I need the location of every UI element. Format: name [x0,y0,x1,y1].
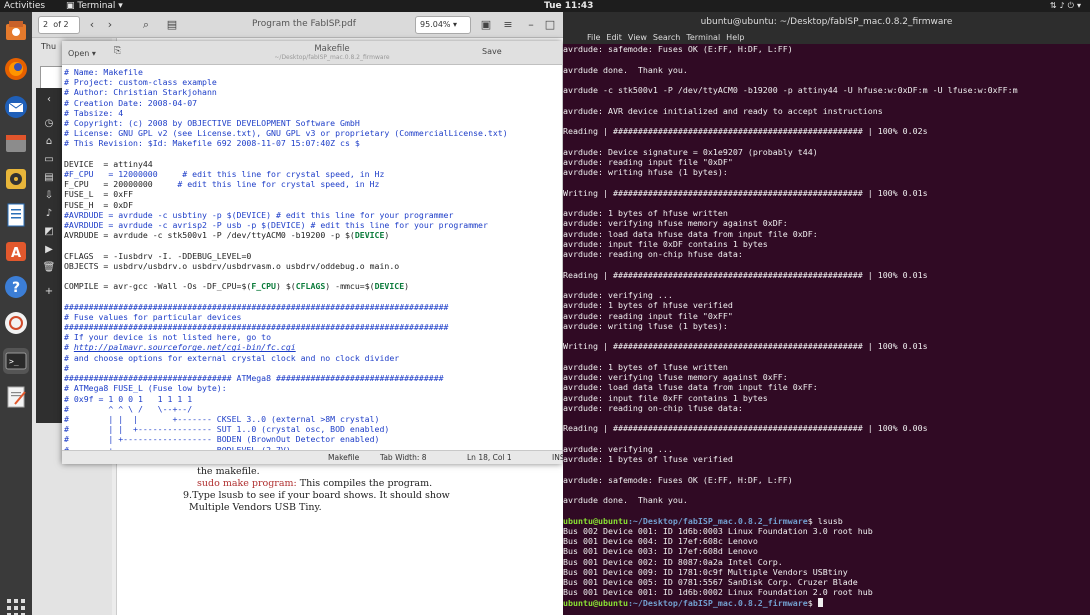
menu-terminal[interactable]: Terminal [686,33,720,42]
next-page-button[interactable]: › [102,17,118,33]
page-number-input[interactable]: 2 of 2 [38,16,80,34]
terminal-output[interactable]: avrdude: safemode: Fuses OK (E:FF, H:DF,… [563,44,1090,615]
zoom-value: 95.04% [420,20,451,29]
network-icon: ⇅ [1049,1,1060,10]
pdf-line: Multiple Vendors USB Tiny. [183,502,322,513]
recent-icon[interactable]: ◷ [41,116,57,132]
dock: A ? >_ [0,12,32,615]
menu-edit[interactable]: Edit [606,33,622,42]
system-settings-icon[interactable] [3,310,29,336]
pdf-line: sudo make program: This compiles the pro… [197,478,432,489]
save-button[interactable]: Save [482,47,502,56]
power-icon: ⏻ [1067,1,1077,10]
text-editor-icon[interactable] [3,384,29,410]
editor-header: Open ▾ ⎘ Makefile ~/Desktop/fabISP_mac.0… [62,41,562,65]
pdf-title: Program the FabISP.pdf [252,19,356,29]
terminal-title: ubuntu@ubuntu: ~/Desktop/fabISP_mac.0.8.… [563,12,1090,32]
open-button-label: Open [68,49,90,58]
cursor-position[interactable]: Ln 18, Col 1 [467,451,512,464]
prompt-path: :~/Desktop/fabISP_mac.0.8.2_firmware [627,515,808,526]
music-icon[interactable]: ♪ [41,206,57,222]
terminal-window: ubuntu@ubuntu: ~/Desktop/fabISP_mac.0.8.… [563,12,1090,615]
minimize-icon[interactable]: – [523,17,539,33]
app-menu[interactable]: ▣ Terminal ▾ [66,0,123,12]
pdf-command: sudo make program: [197,478,300,489]
add-location-icon[interactable]: + [41,284,57,300]
terminal-icon[interactable]: >_ [3,348,29,374]
terminal-cursor [817,597,823,607]
videos-icon[interactable]: ▶ [41,242,57,258]
desktop: Activities ▣ Terminal ▾ Tue 11:43 ⇅♪⏻▾ A… [0,0,1090,615]
terminal-menubar: File Edit View Search Terminal Help [563,32,1090,44]
desktop-icon[interactable]: ▭ [41,152,57,168]
sidebar-label: Thu [41,42,57,51]
pdf-line: 9.Type lsusb to see if your board shows.… [183,490,450,501]
app-menu-label: Terminal [77,1,116,11]
volume-icon: ♪ [1059,1,1068,10]
top-bar: Activities ▣ Terminal ▾ Tue 11:43 ⇅♪⏻▾ [0,0,1090,12]
firefox-icon[interactable] [3,56,29,82]
menu-view[interactable]: View [628,33,647,42]
menu-help[interactable]: Help [726,33,744,42]
activities-button[interactable]: Activities [4,0,45,12]
thunderbird-icon[interactable] [3,94,29,120]
open-button[interactable]: Open ▾ [68,46,108,61]
menu-search[interactable]: Search [653,33,680,42]
search-icon[interactable]: ⌕ [138,17,154,33]
svg-text:>_: >_ [9,357,19,366]
files-icon[interactable] [3,130,29,156]
software-updater-icon[interactable]: A [3,238,29,264]
page-number: 2 [43,20,49,29]
libreoffice-writer-icon[interactable] [3,202,29,228]
pdf-line-text: This compiles the program. [299,478,433,489]
menu-icon[interactable]: ≡ [500,17,516,33]
language-select[interactable]: Makefile [328,451,359,464]
annotate-icon[interactable]: ▤ [164,17,180,33]
menu-file[interactable]: File [587,33,600,42]
new-document-icon[interactable]: ⎘ [114,46,128,60]
maximize-icon[interactable]: □ [542,17,558,33]
pdf-line: the makefile. [197,466,260,477]
editor-title: Makefile [314,44,350,54]
prompt-user: ubuntu@ubuntu [563,515,628,526]
ubuntu-software-center-icon[interactable] [3,18,29,44]
downloads-icon[interactable]: ⇩ [41,188,57,204]
zoom-select[interactable]: 95.04% ▾ [415,16,471,34]
system-menu[interactable]: ⇅♪⏻▾ [1050,0,1084,12]
home-icon[interactable]: ⌂ [41,134,57,150]
trash-icon[interactable]: 🗑 [41,260,57,276]
typed-command: $ lsusb [807,515,843,526]
side-panel: ‹ ◷ ⌂ ▭ ▤ ⇩ ♪ ◩ ▶ 🗑 + [36,88,62,423]
tab-width-select[interactable]: Tab Width: 8 [380,451,427,464]
editor-status-bar: Makefile Tab Width: 8 Ln 18, Col 1 INS [62,450,565,464]
rhythmbox-icon[interactable] [3,166,29,192]
page-count: of 2 [53,20,69,29]
terminal-app-icon: ▣ [66,1,78,11]
pictures-icon[interactable]: ◩ [41,224,57,240]
documents-icon[interactable]: ▤ [41,170,57,186]
text-editor-window: Open ▾ ⎘ Makefile ~/Desktop/fabISP_mac.0… [62,41,565,464]
previous-page-button[interactable]: ‹ [84,17,100,33]
svg-text:A: A [11,246,21,261]
prompt-user: ubuntu@ubuntu [563,597,628,608]
pdf-header: 2 of 2 ‹ › ⌕ ▤ Program the FabISP.pdf 95… [32,12,563,38]
help-icon[interactable]: ? [3,274,29,300]
back-icon[interactable]: ‹ [41,92,57,108]
editor-subtitle: ~/Desktop/fabISP_mac.0.8.2_firmware [274,54,390,61]
makefile-code[interactable]: # Name: Makefile # Project: custom-class… [64,67,560,450]
prompt-path: :~/Desktop/fabISP_mac.0.8.2_firmware [627,597,808,608]
bookmark-icon[interactable]: ▣ [478,17,494,33]
svg-text:?: ? [12,280,20,296]
clock[interactable]: Tue 11:43 [544,0,593,12]
show-applications-icon[interactable] [5,597,27,615]
